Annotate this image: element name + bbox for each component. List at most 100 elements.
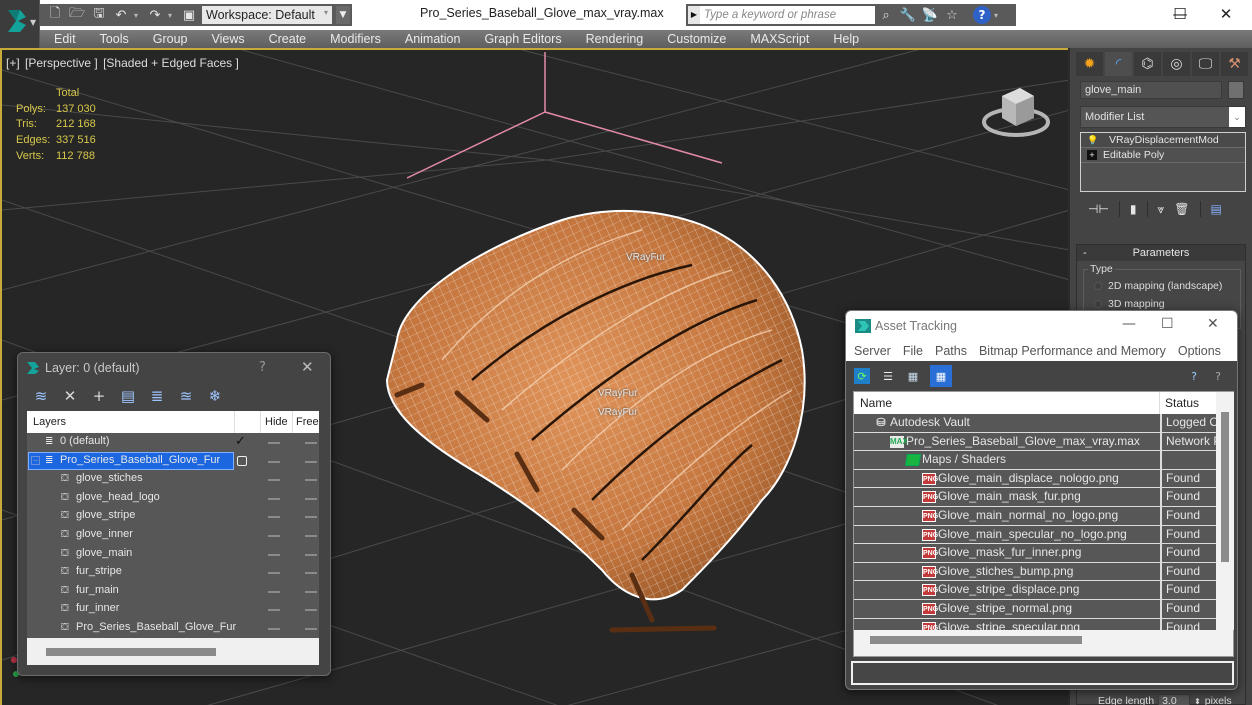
layer-row-object[interactable]: ⛋ Pro_Series_Baseball_Glove_Fur bbox=[27, 619, 319, 638]
asset-menu-options[interactable]: Options bbox=[1178, 344, 1221, 358]
menu-views[interactable]: Views bbox=[211, 32, 244, 46]
asset-row[interactable]: PNG Glove_main_displace_nologo.png Found bbox=[854, 469, 1216, 489]
column-header-current[interactable] bbox=[235, 411, 261, 433]
freeze-toggle[interactable] bbox=[305, 627, 317, 630]
freeze-toggle[interactable] bbox=[305, 460, 317, 463]
project-folder-button[interactable]: ▣ bbox=[180, 6, 198, 24]
layer-row-object[interactable]: ⛋ fur_inner bbox=[27, 600, 319, 619]
freeze-toggle[interactable] bbox=[305, 609, 317, 612]
viewcube[interactable] bbox=[980, 82, 1052, 140]
undo-button[interactable]: ↶ bbox=[112, 6, 130, 24]
asset-menu-file[interactable]: File bbox=[903, 344, 923, 358]
context-help-button[interactable]: ? bbox=[1210, 368, 1226, 384]
freeze-all-layers-button[interactable]: ❄ bbox=[206, 387, 224, 405]
customize-qa-button[interactable]: ▼ bbox=[336, 6, 350, 24]
asset-row[interactable]: PNG Glove_stripe_displace.png Found bbox=[854, 581, 1216, 600]
asset-row[interactable]: PNG Glove_main_normal_no_logo.png Found bbox=[854, 506, 1216, 526]
radio-2d-mapping[interactable]: 2D mapping (landscape) bbox=[1094, 280, 1222, 292]
show-end-result-button[interactable]: ▮ bbox=[1130, 202, 1137, 216]
create-layer-button[interactable]: ≋ bbox=[32, 387, 50, 405]
workspace-select[interactable]: Workspace: Default ▾ bbox=[202, 6, 332, 24]
layer-row-object[interactable]: ⛋ fur_main bbox=[27, 582, 319, 601]
menu-animation[interactable]: Animation bbox=[405, 32, 461, 46]
communication-center-button[interactable]: 📡 bbox=[919, 6, 941, 24]
layer-row-object[interactable]: ⛋ glove_main bbox=[27, 545, 319, 564]
delete-layer-button[interactable]: ✕ bbox=[61, 387, 79, 405]
maximize-button[interactable]: ☐ bbox=[1161, 316, 1174, 332]
menu-create[interactable]: Create bbox=[269, 32, 307, 46]
object-name-field[interactable]: glove_main bbox=[1080, 81, 1222, 99]
tab-motion[interactable]: ◎ bbox=[1163, 52, 1190, 76]
viewport-shading-button[interactable]: [Shaded + Edged Faces ] bbox=[103, 56, 239, 70]
maximize-button[interactable]: ☐ bbox=[1158, 3, 1202, 25]
minimize-button-2[interactable] bbox=[1113, 3, 1157, 25]
asset-row[interactable]: PNG Glove_mask_fur_inner.png Found bbox=[854, 544, 1216, 563]
asset-menu-bitmap-performance[interactable]: Bitmap Performance and Memory bbox=[979, 344, 1166, 358]
asset-row[interactable]: PNG Glove_stiches_bump.png Found bbox=[854, 562, 1216, 582]
menu-help[interactable]: Help bbox=[833, 32, 859, 46]
hide-toggle[interactable] bbox=[268, 553, 280, 556]
tree-view-button[interactable]: ▦ bbox=[905, 368, 921, 384]
expand-plus-icon[interactable]: + bbox=[1087, 150, 1097, 160]
layer-row-object[interactable]: ⛋ glove_stiches bbox=[27, 470, 319, 489]
asset-row[interactable]: Maps / Shaders bbox=[854, 451, 1216, 470]
asset-row[interactable]: PNG Glove_stripe_normal.png Found bbox=[854, 599, 1216, 619]
layer-row-default[interactable]: ≣ 0 (default) ✓ bbox=[27, 433, 319, 452]
asset-row[interactable]: MAX Pro_Series_Baseball_Glove_max_vray.ma… bbox=[854, 432, 1216, 452]
subscription-button[interactable]: 🔧 bbox=[897, 6, 919, 24]
hide-toggle[interactable] bbox=[268, 516, 280, 519]
viewport-menu-button[interactable]: [+] bbox=[6, 56, 20, 70]
layer-row-object[interactable]: ⛋ glove_stripe bbox=[27, 507, 319, 526]
hide-toggle[interactable] bbox=[268, 497, 280, 500]
scrollbar-thumb[interactable] bbox=[1221, 412, 1229, 562]
vertical-scrollbar[interactable] bbox=[1216, 392, 1234, 630]
asset-menu-server[interactable]: Server bbox=[854, 344, 891, 358]
minimize-button[interactable]: — bbox=[1122, 316, 1136, 332]
collapse-minus-icon[interactable]: − bbox=[31, 455, 40, 465]
menu-edit[interactable]: Edit bbox=[54, 32, 76, 46]
hide-toggle[interactable] bbox=[268, 590, 280, 593]
save-file-button[interactable]: 🖫 bbox=[90, 6, 108, 24]
menu-customize[interactable]: Customize bbox=[667, 32, 726, 46]
new-file-button[interactable]: 🗋 bbox=[46, 6, 64, 24]
column-header-name[interactable]: Name bbox=[854, 392, 1160, 414]
freeze-toggle[interactable] bbox=[305, 442, 317, 444]
stack-item-editable-poly[interactable]: + Editable Poly bbox=[1081, 148, 1245, 163]
horizontal-scrollbar[interactable] bbox=[854, 630, 1216, 656]
layer-row-object[interactable]: ⛋ glove_inner bbox=[27, 526, 319, 545]
redo-dropdown[interactable]: ▾ bbox=[168, 11, 176, 20]
scrollbar-thumb[interactable] bbox=[46, 648, 216, 656]
current-layer-checkmark-icon[interactable]: ✓ bbox=[235, 433, 246, 449]
viewport-pov-button[interactable]: [Perspective ] bbox=[25, 56, 98, 70]
redo-button[interactable]: ↷ bbox=[146, 6, 164, 24]
hide-toggle[interactable] bbox=[268, 479, 280, 482]
app-menu-button[interactable]: ▼ bbox=[0, 0, 40, 48]
pin-stack-button[interactable]: ⊣⊢ bbox=[1088, 202, 1109, 216]
hide-toggle[interactable] bbox=[268, 609, 280, 612]
radio-button[interactable] bbox=[1094, 282, 1102, 290]
menu-maxscript[interactable]: MAXScript bbox=[750, 32, 809, 46]
column-header-status[interactable]: Status bbox=[1160, 392, 1218, 414]
menu-modifiers[interactable]: Modifiers bbox=[330, 32, 381, 46]
asset-row[interactable]: PNG Glove_main_specular_no_logo.png Found bbox=[854, 525, 1216, 545]
menu-graph-editors[interactable]: Graph Editors bbox=[484, 32, 561, 46]
parameters-rollout-header[interactable]: - Parameters bbox=[1077, 245, 1245, 261]
tab-display[interactable]: 🖵 bbox=[1192, 52, 1219, 76]
radio-button[interactable] bbox=[1094, 300, 1102, 308]
hide-toggle[interactable] bbox=[268, 627, 280, 630]
help-dropdown[interactable]: ▾ bbox=[994, 11, 1002, 20]
tab-hierarchy[interactable]: ⌬ bbox=[1134, 52, 1161, 76]
layer-dialog-titlebar[interactable]: Layer: 0 (default) ? ✕ bbox=[18, 353, 330, 383]
modifier-list-dropdown[interactable]: Modifier List ⌄ bbox=[1080, 106, 1246, 128]
asset-row[interactable]: PNG Glove_stripe_specular.png Found bbox=[854, 618, 1216, 630]
highlight-selected-button[interactable]: ≣ bbox=[148, 387, 166, 405]
asset-row[interactable]: ⛁ Autodesk Vault Logged Out bbox=[854, 414, 1216, 433]
stack-item-vraydisplacementmod[interactable]: 💡 VRayDisplacementMod bbox=[1081, 133, 1245, 148]
freeze-toggle[interactable] bbox=[305, 516, 317, 519]
freeze-toggle[interactable] bbox=[305, 572, 317, 575]
add-to-layer-button[interactable]: + bbox=[90, 387, 108, 405]
hide-toggle[interactable] bbox=[268, 442, 280, 444]
freeze-toggle[interactable] bbox=[305, 553, 317, 556]
select-objects-in-layer-button[interactable]: ▤ bbox=[119, 387, 137, 405]
tab-modify[interactable]: ◜ bbox=[1105, 52, 1132, 76]
